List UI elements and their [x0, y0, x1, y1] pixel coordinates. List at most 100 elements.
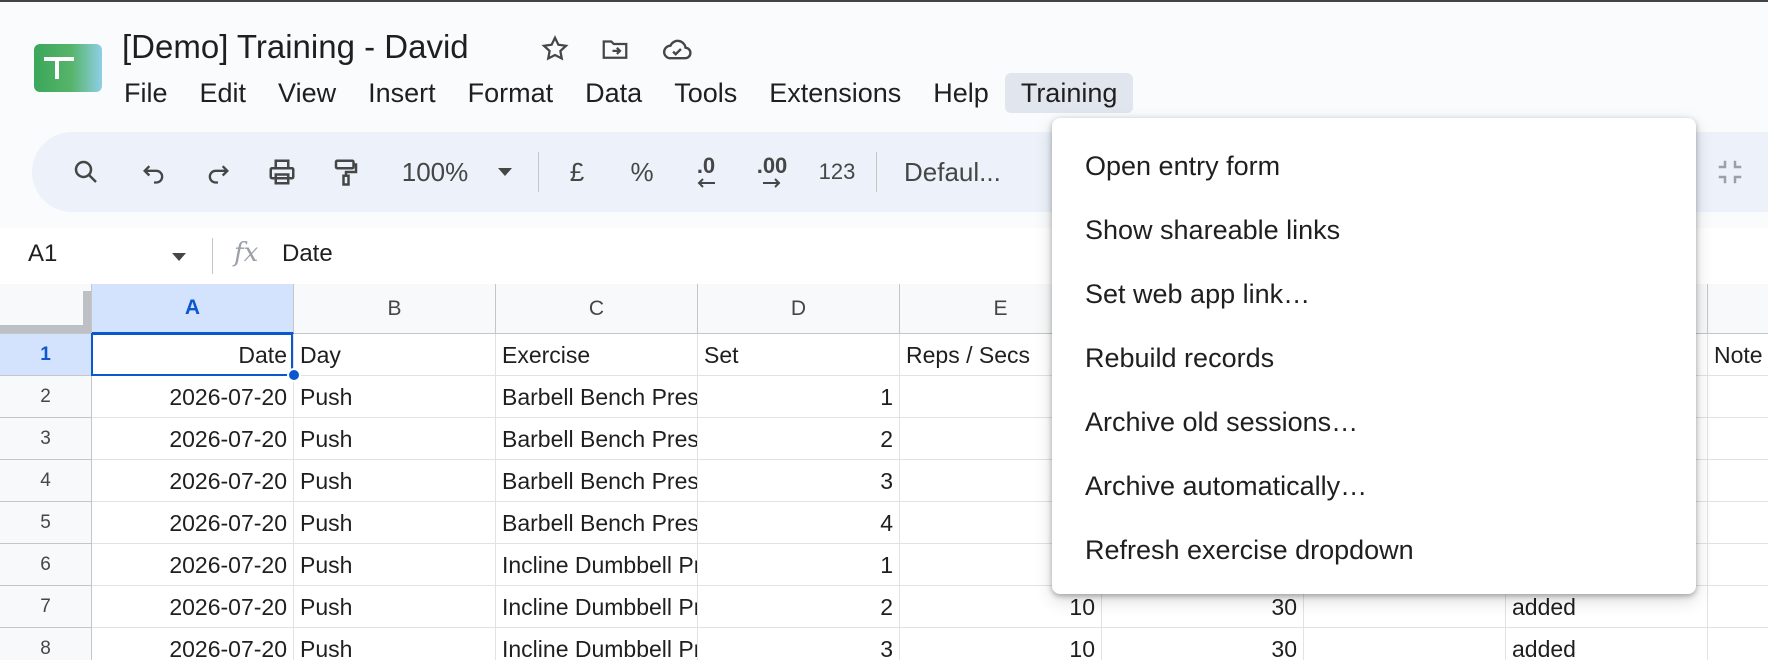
- cell-d3[interactable]: 2: [698, 418, 900, 460]
- cell-d6[interactable]: 1: [698, 544, 900, 586]
- cell-b6[interactable]: Push: [294, 544, 496, 586]
- formula-bar-divider: [212, 238, 213, 274]
- menu-extensions[interactable]: Extensions: [753, 73, 917, 113]
- cell-c4[interactable]: Barbell Bench Press: [496, 460, 698, 502]
- move-folder-icon[interactable]: [598, 32, 632, 66]
- row-header[interactable]: 1: [0, 334, 92, 376]
- print-icon[interactable]: [262, 150, 302, 194]
- menu-item-rebuild-records[interactable]: Rebuild records: [1052, 326, 1696, 390]
- menu-data[interactable]: Data: [569, 73, 658, 113]
- star-icon[interactable]: [538, 32, 572, 66]
- cell-b7[interactable]: Push: [294, 586, 496, 628]
- menu-item-archive-old-sessions[interactable]: Archive old sessions…: [1052, 390, 1696, 454]
- cell-a6[interactable]: 2026-07-20: [92, 544, 294, 586]
- zoom-select[interactable]: 100%: [392, 150, 478, 194]
- cell-d8[interactable]: 3: [698, 628, 900, 660]
- menu-insert[interactable]: Insert: [352, 73, 452, 113]
- cell-c8[interactable]: Incline Dumbbell Press: [496, 628, 698, 660]
- cell-g8[interactable]: [1304, 628, 1506, 660]
- percent-format-button[interactable]: %: [624, 150, 660, 194]
- cell-a4[interactable]: 2026-07-20: [92, 460, 294, 502]
- menu-item-refresh-exercise-dropdown[interactable]: Refresh exercise dropdown: [1052, 518, 1696, 582]
- cell-i6[interactable]: [1708, 544, 1768, 586]
- cell-b8[interactable]: Push: [294, 628, 496, 660]
- menu-view[interactable]: View: [262, 73, 352, 113]
- document-title[interactable]: [Demo] Training - David: [122, 28, 469, 66]
- cell-i2[interactable]: [1708, 376, 1768, 418]
- cell-d2[interactable]: 1: [698, 376, 900, 418]
- more-formats-button[interactable]: 123: [812, 150, 862, 194]
- redo-icon[interactable]: [198, 150, 238, 194]
- row-header[interactable]: 6: [0, 544, 92, 586]
- cell-a7[interactable]: 2026-07-20: [92, 586, 294, 628]
- select-all-corner[interactable]: [0, 284, 92, 334]
- menu-item-set-web-app-link[interactable]: Set web app link…: [1052, 262, 1696, 326]
- menu-tools[interactable]: Tools: [658, 73, 753, 113]
- decrease-decimal-button[interactable]: .0: [686, 150, 726, 194]
- row-header[interactable]: 4: [0, 460, 92, 502]
- cell-h8[interactable]: added: [1506, 628, 1708, 660]
- cell-i1[interactable]: Note: [1708, 334, 1768, 376]
- cell-d5[interactable]: 4: [698, 502, 900, 544]
- menu-file[interactable]: File: [108, 73, 184, 113]
- cell-d7[interactable]: 2: [698, 586, 900, 628]
- cell-b5[interactable]: Push: [294, 502, 496, 544]
- cell-e8[interactable]: 10: [900, 628, 1102, 660]
- cell-f8[interactable]: 30: [1102, 628, 1304, 660]
- undo-icon[interactable]: [134, 150, 174, 194]
- cell-c5[interactable]: Barbell Bench Press: [496, 502, 698, 544]
- increase-decimal-button[interactable]: .00: [748, 150, 796, 194]
- menu-training[interactable]: Training: [1004, 73, 1134, 113]
- sheets-logo-icon[interactable]: [34, 44, 102, 92]
- menu-format[interactable]: Format: [452, 73, 570, 113]
- chevron-down-icon[interactable]: [170, 250, 188, 268]
- cell-d4[interactable]: 3: [698, 460, 900, 502]
- cell-b2[interactable]: Push: [294, 376, 496, 418]
- column-header-a[interactable]: A: [92, 284, 294, 334]
- decrease-decimal-label: .0: [696, 153, 716, 178]
- cell-i5[interactable]: [1708, 502, 1768, 544]
- cell-i7[interactable]: [1708, 586, 1768, 628]
- column-header-i[interactable]: [1708, 284, 1768, 334]
- cell-c1[interactable]: Exercise: [496, 334, 698, 376]
- row-header[interactable]: 7: [0, 586, 92, 628]
- currency-format-button[interactable]: £: [560, 150, 594, 194]
- cell-c2[interactable]: Barbell Bench Press: [496, 376, 698, 418]
- cell-b4[interactable]: Push: [294, 460, 496, 502]
- cell-a8[interactable]: 2026-07-20: [92, 628, 294, 660]
- cell-i3[interactable]: [1708, 418, 1768, 460]
- collapse-icon[interactable]: [1712, 150, 1748, 194]
- cell-c7[interactable]: Incline Dumbbell Press: [496, 586, 698, 628]
- column-header-d[interactable]: D: [698, 284, 900, 334]
- chevron-down-icon[interactable]: [490, 150, 520, 194]
- cell-c3[interactable]: Barbell Bench Press: [496, 418, 698, 460]
- cell-b1[interactable]: Day: [294, 334, 496, 376]
- cell-b3[interactable]: Push: [294, 418, 496, 460]
- cloud-saved-icon[interactable]: [660, 32, 694, 66]
- increase-decimal-label: .00: [756, 153, 788, 178]
- column-header-b[interactable]: B: [294, 284, 496, 334]
- cell-a5[interactable]: 2026-07-20: [92, 502, 294, 544]
- search-icon[interactable]: [66, 150, 106, 194]
- paint-format-icon[interactable]: [326, 150, 366, 194]
- fill-handle[interactable]: [287, 368, 301, 382]
- row-header[interactable]: 5: [0, 502, 92, 544]
- cell-a2[interactable]: 2026-07-20: [92, 376, 294, 418]
- column-header-c[interactable]: C: [496, 284, 698, 334]
- menu-item-open-entry-form[interactable]: Open entry form: [1052, 134, 1696, 198]
- cell-a3[interactable]: 2026-07-20: [92, 418, 294, 460]
- cell-d1[interactable]: Set: [698, 334, 900, 376]
- cell-c6[interactable]: Incline Dumbbell Press: [496, 544, 698, 586]
- row-header[interactable]: 2: [0, 376, 92, 418]
- cell-i8[interactable]: [1708, 628, 1768, 660]
- menu-item-show-shareable-links[interactable]: Show shareable links: [1052, 198, 1696, 262]
- font-family-select[interactable]: Defaul...: [904, 150, 1024, 194]
- cell-i4[interactable]: [1708, 460, 1768, 502]
- menu-help[interactable]: Help: [917, 73, 1005, 113]
- row-header[interactable]: 8: [0, 628, 92, 660]
- menu-item-archive-automatically[interactable]: Archive automatically…: [1052, 454, 1696, 518]
- menu-edit[interactable]: Edit: [184, 73, 263, 113]
- row-header[interactable]: 3: [0, 418, 92, 460]
- formula-input[interactable]: Date: [282, 240, 333, 268]
- name-box[interactable]: A1: [28, 240, 57, 268]
